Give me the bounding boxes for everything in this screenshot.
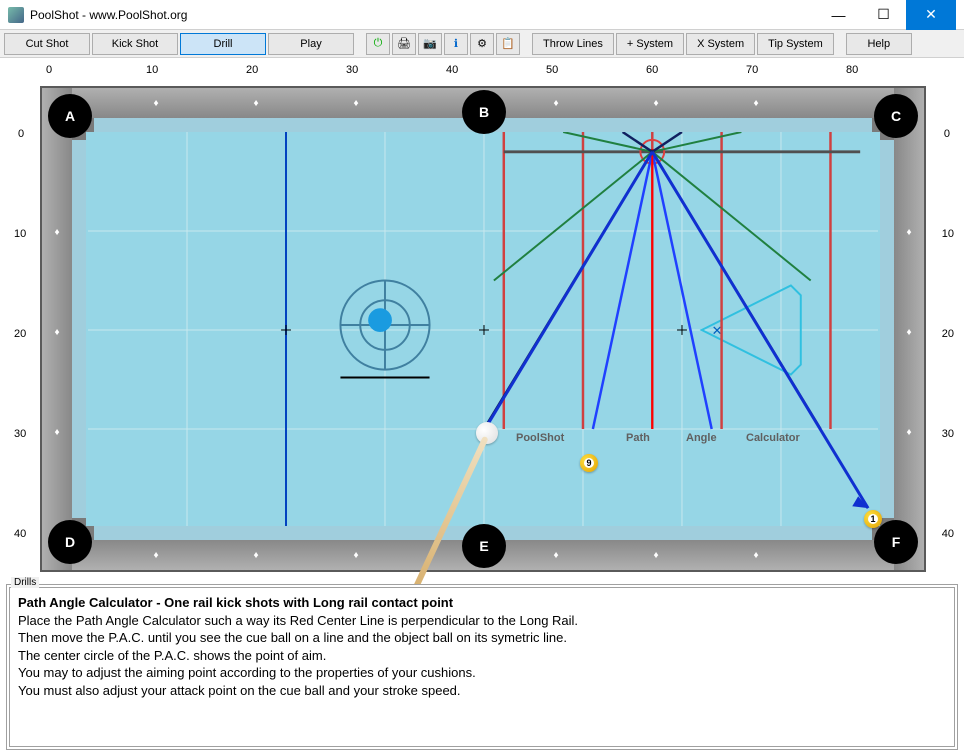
pac-label-4: Calculator [746,432,800,444]
axis-top-20: 20 [246,64,258,76]
diamond-icon: ♦ [152,551,160,559]
pocket-a: A [48,94,92,138]
axis-left-10: 10 [14,228,26,240]
axis-top-0: 0 [46,64,52,76]
drills-line-4: You may to adjust the aiming point accor… [18,665,476,680]
axis-top-70: 70 [746,64,758,76]
help-button[interactable]: Help [846,33,912,55]
one-ball[interactable]: 1 [864,510,882,528]
camera-icon[interactable]: 📷 [418,33,442,55]
drills-panel-label: Drills [11,577,39,588]
gear-icon[interactable]: ⚙ [470,33,494,55]
axis-right-10: 10 [942,228,954,240]
nine-ball[interactable]: 9 [580,454,598,472]
drills-panel: Drills Path Angle Calculator - One rail … [6,584,958,750]
drills-line-1: Place the Path Angle Calculator such a w… [18,613,578,628]
drills-line-5: You must also adjust your attack point o… [18,683,461,698]
axis-right-30: 30 [942,428,954,440]
diamond-icon: ♦ [53,328,61,336]
window-title: PoolShot - www.PoolShot.org [30,8,816,22]
axis-left-30: 30 [14,428,26,440]
diamond-icon: ♦ [905,328,913,336]
throw-lines-button[interactable]: Throw Lines [532,33,614,55]
diamond-icon: ♦ [652,99,660,107]
table-overlay: ✕ [86,132,880,526]
drills-title: Path Angle Calculator - One rail kick sh… [18,595,453,610]
axis-left-40: 40 [14,528,26,540]
diamond-icon: ♦ [252,99,260,107]
power-icon[interactable]: ⏻ [366,33,390,55]
diamond-icon: ♦ [352,551,360,559]
x-system-button[interactable]: X System [686,33,755,55]
notes-icon[interactable]: 📋 [496,33,520,55]
diamond-icon: ♦ [752,99,760,107]
diamond-icon: ♦ [905,228,913,236]
pocket-d: D [48,520,92,564]
maximize-button[interactable]: ☐ [861,0,906,30]
pocket-c: C [874,94,918,138]
pac-label-2: Path [626,432,650,444]
cushion-left [72,140,86,518]
pac-label-1: PoolShot [516,432,564,444]
title-bar: PoolShot - www.PoolShot.org — ☐ ✕ [0,0,964,30]
diamond-icon: ♦ [905,428,913,436]
axis-right-40: 40 [942,528,954,540]
cushion-right [880,140,894,518]
diamond-icon: ♦ [53,228,61,236]
diamond-icon: ♦ [552,551,560,559]
play-button[interactable]: Play [268,33,354,55]
minimize-button[interactable]: — [816,0,861,30]
axis-top-60: 60 [646,64,658,76]
kick-shot-button[interactable]: Kick Shot [92,33,178,55]
tip-system-button[interactable]: Tip System [757,33,834,55]
axis-right-0: 0 [944,128,950,140]
diamond-icon: ♦ [752,551,760,559]
axis-left-0: 0 [18,128,24,140]
drill-button[interactable]: Drill [180,33,266,55]
axis-right-20: 20 [942,328,954,340]
drills-text: Path Angle Calculator - One rail kick sh… [9,587,955,747]
print-icon[interactable]: 🖨 [392,33,416,55]
diamond-icon: ♦ [53,428,61,436]
pac-label-3: Angle [686,432,717,444]
info-icon[interactable]: ℹ [444,33,468,55]
cloth: ✕ [86,132,880,526]
diamond-icon: ♦ [152,99,160,107]
axis-top-40: 40 [446,64,458,76]
axis-top-50: 50 [546,64,558,76]
close-button[interactable]: ✕ [906,0,956,30]
diamond-icon: ♦ [552,99,560,107]
diamond-icon: ♦ [252,551,260,559]
pocket-b: B [462,90,506,134]
axis-left-20: 20 [14,328,26,340]
pool-table[interactable]: ♦ ♦ ♦ ♦ ♦ ♦ ♦ ♦ ♦ ♦ ♦ ♦ ♦ ♦ ♦ ♦ ♦ ♦ [40,86,926,572]
table-area: 0 10 20 30 40 50 60 70 80 0 10 20 30 40 … [0,58,964,584]
diamond-icon: ♦ [352,99,360,107]
drills-line-2: Then move the P.A.C. until you see the c… [18,630,567,645]
axis-top-80: 80 [846,64,858,76]
axis-top-10: 10 [146,64,158,76]
diamond-icon: ♦ [652,551,660,559]
plus-system-button[interactable]: + System [616,33,684,55]
pocket-f: F [874,520,918,564]
cut-shot-button[interactable]: Cut Shot [4,33,90,55]
drills-line-3: The center circle of the P.A.C. shows th… [18,648,326,663]
axis-top-30: 30 [346,64,358,76]
app-icon [8,7,24,23]
pocket-e: E [462,524,506,568]
toolbar: Cut Shot Kick Shot Drill Play ⏻ 🖨 📷 ℹ ⚙ … [0,30,964,58]
